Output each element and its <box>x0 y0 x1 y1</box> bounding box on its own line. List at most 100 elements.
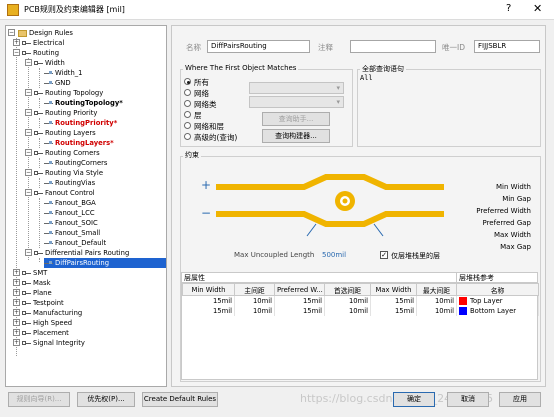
radio-net[interactable]: 网络 <box>184 88 259 98</box>
tree-item-routing-layers[interactable]: Routing Layers <box>34 128 96 138</box>
cancel-button[interactable]: 取消 <box>447 392 489 407</box>
expand-toggle[interactable]: − <box>25 89 32 96</box>
col-max-gap[interactable]: 最大间距 <box>416 283 457 296</box>
expand-toggle[interactable]: − <box>25 189 32 196</box>
tree-item-smt[interactable]: SMT <box>22 268 47 278</box>
expand-toggle[interactable]: + <box>13 289 20 296</box>
cell-preferred-width[interactable]: 15mil <box>274 306 325 316</box>
radio-button[interactable] <box>184 100 191 107</box>
radio-advanced-query[interactable]: 高级的(查询) <box>184 132 259 142</box>
tree-item-routingvias-rule[interactable]: RoutingVias <box>44 178 95 188</box>
cell-max-width[interactable]: 15mil <box>370 306 417 316</box>
tree-item-routing-priority[interactable]: Routing Priority <box>34 108 97 118</box>
col-min-width[interactable]: Min Width <box>182 283 235 296</box>
rules-tree[interactable]: − Design Rules + Electrical − Routing − … <box>5 25 167 387</box>
radio-net-class[interactable]: 网络类 <box>184 99 259 109</box>
radio-button[interactable] <box>184 111 191 118</box>
tree-item-routing-topology[interactable]: Routing Topology <box>34 88 103 98</box>
col-primary-gap[interactable]: 主间距 <box>234 283 275 296</box>
col-preferred-gap[interactable]: 首选间距 <box>324 283 371 296</box>
rule-wizard-button[interactable]: 规则向导(R)... <box>8 392 70 407</box>
net-class-combo[interactable]: ▾ <box>249 96 344 108</box>
tree-item-mask[interactable]: Mask <box>22 278 51 288</box>
full-query-text[interactable]: All <box>360 74 373 82</box>
tree-item-placement[interactable]: Placement <box>22 328 69 338</box>
expand-toggle[interactable]: − <box>25 129 32 136</box>
cell-preferred-gap[interactable]: 10mil <box>324 295 371 306</box>
layer-stack-only-checkbox[interactable]: ✓ <box>380 251 388 259</box>
tree-item-routing-corners[interactable]: Routing Corners <box>34 148 100 158</box>
query-helper-button[interactable]: 查询助手... <box>262 112 330 126</box>
expand-toggle[interactable]: + <box>13 339 20 346</box>
expand-toggle[interactable]: + <box>13 319 20 326</box>
close-button[interactable]: ✕ <box>533 2 542 15</box>
tree-item-fanout-lcc[interactable]: Fanout_LCC <box>44 208 95 218</box>
col-preferred-width[interactable]: Preferred W... <box>274 283 325 296</box>
tree-item-routingtopology-rule[interactable]: RoutingTopology* <box>44 98 123 108</box>
tree-item-high-speed[interactable]: High Speed <box>22 318 72 328</box>
tree-item-diffpairsrouting-rule[interactable]: DiffPairsRouting <box>44 258 166 268</box>
help-button[interactable]: ? <box>506 3 511 14</box>
cell-min-width[interactable]: 15mil <box>182 306 235 316</box>
cell-max-gap[interactable]: 10mil <box>416 295 457 306</box>
tree-item-width[interactable]: Width <box>34 58 65 68</box>
cell-max-width[interactable]: 15mil <box>370 295 417 306</box>
tree-root[interactable]: Design Rules <box>18 28 73 38</box>
radio-all[interactable]: 所有 <box>184 77 259 87</box>
radio-button[interactable] <box>184 122 191 129</box>
priorities-button[interactable]: 优先权(P)... <box>77 392 135 407</box>
tree-item-manufacturing[interactable]: Manufacturing <box>22 308 82 318</box>
tree-item-routing[interactable]: Routing <box>22 48 59 58</box>
comment-field[interactable] <box>350 40 436 53</box>
expand-toggle[interactable]: − <box>25 59 32 66</box>
tree-item-fanout-default[interactable]: Fanout_Default <box>44 238 106 248</box>
net-combo[interactable]: ▾ <box>249 82 344 94</box>
radio-button[interactable] <box>184 78 191 85</box>
expand-toggle[interactable]: − <box>13 49 20 56</box>
radio-button[interactable] <box>184 133 191 140</box>
cell-preferred-width[interactable]: 15mil <box>274 295 325 306</box>
max-uncoupled-value[interactable]: 500mil <box>322 251 346 259</box>
layer-table[interactable]: Min Width 主间距 Preferred W... 首选间距 Max Wi… <box>182 283 539 316</box>
expand-toggle[interactable]: − <box>8 29 15 36</box>
ok-button[interactable]: 确定 <box>393 392 435 407</box>
col-layer-name[interactable]: 名称 <box>456 283 539 296</box>
tree-item-signal-integrity[interactable]: Signal Integrity <box>22 338 85 348</box>
tree-item-diff-pairs-routing[interactable]: Differential Pairs Routing <box>34 248 129 258</box>
expand-toggle[interactable]: + <box>13 39 20 46</box>
tree-item-routinglayers-rule[interactable]: RoutingLayers* <box>44 138 114 148</box>
create-default-rules-button[interactable]: Create Default Rules <box>142 392 218 407</box>
tree-item-routing-via-style[interactable]: Routing Via Style <box>34 168 103 178</box>
tree-item-fanout-small[interactable]: Fanout_Small <box>44 228 100 238</box>
tree-item-gnd[interactable]: GND <box>44 78 71 88</box>
cell-max-gap[interactable]: 10mil <box>416 306 457 316</box>
tree-item-testpoint[interactable]: Testpoint <box>22 298 64 308</box>
cell-primary-gap[interactable]: 10mil <box>234 306 275 316</box>
apply-button[interactable]: 应用 <box>499 392 541 407</box>
expand-toggle[interactable]: + <box>13 279 20 286</box>
tree-item-fanout-soic[interactable]: Fanout_SOIC <box>44 218 98 228</box>
col-max-width[interactable]: Max Width <box>370 283 417 296</box>
table-row[interactable]: 15mil 10mil 15mil 10mil 15mil 10mil Top … <box>182 295 539 306</box>
expand-toggle[interactable]: + <box>13 269 20 276</box>
unique-id-field[interactable]: FIJJSBLR <box>474 40 540 53</box>
tree-item-plane[interactable]: Plane <box>22 288 52 298</box>
expand-toggle[interactable]: + <box>13 309 20 316</box>
expand-toggle[interactable]: + <box>13 299 20 306</box>
table-row[interactable]: 15mil 10mil 15mil 10mil 15mil 10mil Bott… <box>182 306 539 316</box>
tree-item-fanout-bga[interactable]: Fanout_BGA <box>44 198 96 208</box>
expand-toggle[interactable]: − <box>25 169 32 176</box>
tree-item-electrical[interactable]: Electrical <box>22 38 64 48</box>
cell-preferred-gap[interactable]: 10mil <box>324 306 371 316</box>
tree-item-fanout-control[interactable]: Fanout Control <box>34 188 95 198</box>
cell-primary-gap[interactable]: 10mil <box>234 295 275 306</box>
expand-toggle[interactable]: − <box>25 249 32 256</box>
radio-button[interactable] <box>184 89 191 96</box>
expand-toggle[interactable]: − <box>25 149 32 156</box>
cell-min-width[interactable]: 15mil <box>182 295 235 306</box>
radio-layer[interactable]: 层 <box>184 110 259 120</box>
expand-toggle[interactable]: − <box>25 109 32 116</box>
expand-toggle[interactable]: + <box>13 329 20 336</box>
radio-net-and-layer[interactable]: 网络和层 <box>184 121 259 131</box>
query-builder-button[interactable]: 查询构建器... <box>262 129 330 143</box>
